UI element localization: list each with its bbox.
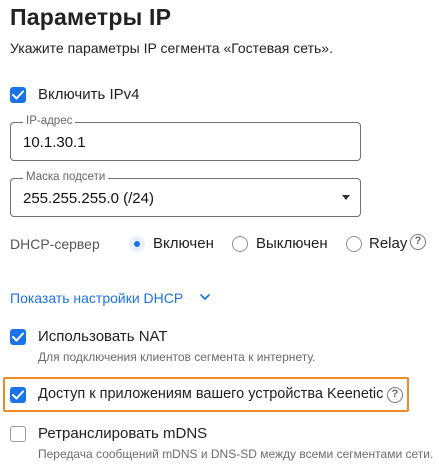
ipv4-label: Включить IPv4 <box>38 86 140 103</box>
ipv4-checkbox[interactable] <box>10 87 26 103</box>
dhcp-radio-relay[interactable] <box>346 236 362 252</box>
dhcp-option-enabled-label: Включен <box>153 235 214 252</box>
question-circle-icon[interactable]: ? <box>410 234 426 250</box>
dropdown-caret-icon <box>342 195 350 200</box>
chevron-down-icon[interactable] <box>200 293 210 301</box>
checkmark-icon <box>12 332 24 342</box>
question-circle-icon[interactable]: ? <box>387 387 403 403</box>
show-dhcp-settings-link[interactable]: Показать настройки DHCP <box>10 290 183 306</box>
subnet-mask-select[interactable]: Маска подсети 255.255.255.0 (/24) <box>10 171 361 217</box>
mdns-label: Ретранслировать mDNS <box>38 425 208 442</box>
dhcp-server-label: DHCP-сервер <box>10 236 100 252</box>
dhcp-radio-disabled[interactable] <box>232 236 248 252</box>
checkmark-icon <box>12 90 24 100</box>
subnet-mask-value: 255.255.255.0 (/24) <box>23 190 154 207</box>
checkmark-icon <box>12 390 24 400</box>
subnet-mask-label: Маска подсети <box>23 171 109 183</box>
mdns-checkbox[interactable] <box>10 426 26 442</box>
mdns-hint: Передача сообщений mDNS и DNS-SD между в… <box>38 447 434 461</box>
dhcp-option-disabled-label: Выключен <box>256 235 328 252</box>
ip-address-value: 10.1.30.1 <box>23 134 86 151</box>
ip-address-field[interactable]: IP-адрес 10.1.30.1 <box>10 115 361 161</box>
nat-checkbox[interactable] <box>10 329 26 345</box>
nat-label: Использовать NAT <box>38 328 168 345</box>
dhcp-option-relay-label: Relay <box>369 235 408 252</box>
page-title: Параметры IP <box>10 4 172 30</box>
keenetic-access-checkbox[interactable] <box>10 387 26 403</box>
ip-address-label: IP-адрес <box>23 115 76 127</box>
dhcp-radio-enabled[interactable] <box>129 236 145 252</box>
page-subtitle: Укажите параметры IP сегмента «Гостевая … <box>10 40 333 56</box>
nat-hint: Для подключения клиентов сегмента к инте… <box>38 350 316 364</box>
keenetic-access-label: Доступ к приложениям вашего устройства K… <box>38 386 384 402</box>
